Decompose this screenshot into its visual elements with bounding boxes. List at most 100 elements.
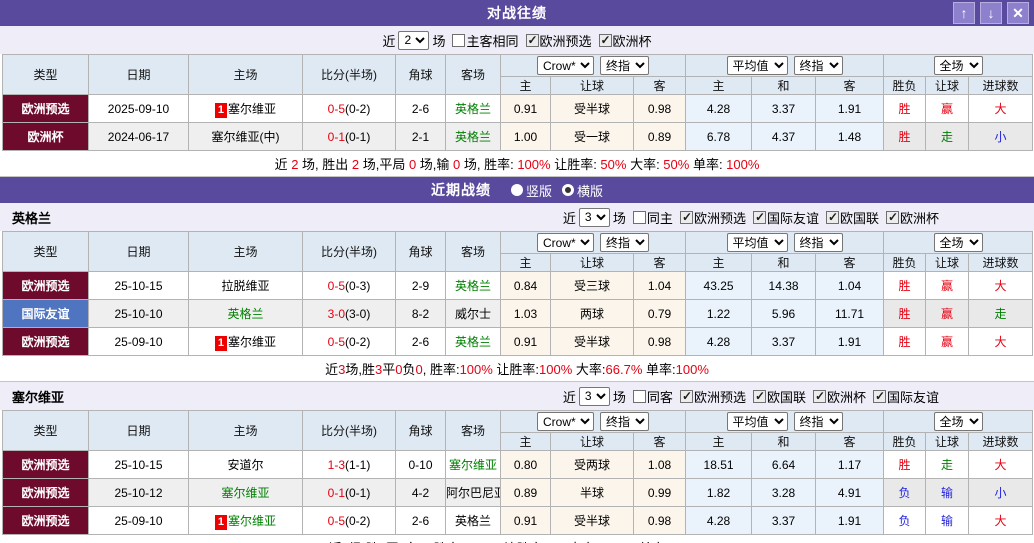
layout-radio-0[interactable] bbox=[510, 184, 523, 196]
team1-filter-label: 欧洲杯 bbox=[826, 389, 866, 405]
team1-filter-checkbox-2[interactable] bbox=[752, 389, 766, 403]
team0-filter-checkbox-1[interactable] bbox=[679, 210, 693, 224]
team1-sub-header: 客 bbox=[632, 432, 687, 451]
h2h-odds-stage-select[interactable]: 终指 bbox=[600, 56, 650, 75]
team0-avg-away-cell: 1.04 bbox=[815, 271, 885, 300]
team1-unit-label: 场 bbox=[612, 389, 626, 405]
h2h-avg-draw-cell: 4.37 bbox=[751, 122, 817, 151]
team1-filter-checkbox-4[interactable] bbox=[872, 389, 886, 403]
team0-summary: 近3场,胜3平0负0, 胜率:100% 让胜率:100% 大率:66.7% 单率… bbox=[0, 356, 1034, 382]
team1-col-header: 类型 bbox=[2, 410, 89, 451]
team1-handicap-cell: 半球 bbox=[550, 478, 634, 507]
team-sections: 英格兰近 3 场同主 欧洲预选 国际友谊 欧国联 欧洲杯 类型 日期 主场 比分(半场) 角球 客场 Cr… bbox=[0, 203, 1034, 543]
team1-avg-away-cell: 1.91 bbox=[815, 506, 885, 535]
h2h-col-header: 角球 bbox=[395, 54, 446, 95]
team1-away-team-cell: 阿尔巴尼亚 bbox=[445, 478, 501, 507]
team0-away-odds-cell: 0.79 bbox=[632, 299, 687, 328]
h2h-summary-segment: 大率: bbox=[626, 157, 664, 172]
team0-filter-option: 同主 bbox=[632, 208, 673, 227]
h2h-average-select[interactable]: 平均值 bbox=[726, 56, 788, 75]
team1-filter-checkbox-1[interactable] bbox=[679, 389, 693, 403]
team0-match-count-select[interactable]: 3 bbox=[578, 207, 610, 227]
team0-handicap-cell: 受半球 bbox=[550, 327, 634, 356]
team0-filter-checkbox-4[interactable] bbox=[885, 210, 899, 224]
team0-summary-segment: 大率: bbox=[572, 362, 606, 377]
team1-filter-checkbox-3[interactable] bbox=[812, 389, 826, 403]
team1-select-group: Crow* 终指 bbox=[499, 410, 687, 433]
team0-select-group: Crow* 终指 bbox=[499, 231, 687, 254]
close-button[interactable]: ✕ bbox=[1007, 2, 1029, 24]
team1-away-odds-cell: 1.08 bbox=[632, 450, 687, 479]
team1-filter-checkbox-0[interactable] bbox=[632, 389, 646, 403]
team1-summary: 近3场,胜1平0负2, 胜率:33.3% 让胜率:0% 大率:66.7% 单率:… bbox=[0, 535, 1034, 543]
halftime-score: (0-2) bbox=[345, 101, 371, 116]
team1-away-team-cell: 塞尔维亚 bbox=[445, 450, 501, 479]
team1-home-team-cell: 塞尔维亚 bbox=[188, 478, 303, 507]
team1-handicap-result-cell: 输 bbox=[925, 506, 970, 535]
team0-win-loss-result-cell: 胜 bbox=[883, 271, 927, 300]
move-up-button[interactable]: ↑ bbox=[953, 2, 975, 24]
team0-avg-away-cell: 11.71 bbox=[815, 299, 885, 328]
team1-scope-select[interactable]: 全场 bbox=[933, 412, 983, 431]
team0-average-select[interactable]: 平均值 bbox=[726, 233, 788, 252]
home-team-name: 塞尔维亚 bbox=[228, 101, 277, 116]
halftime-score: (3-0) bbox=[345, 306, 371, 321]
team1-bookmaker-select[interactable]: Crow* bbox=[537, 412, 595, 431]
team0-handicap-result-cell: 赢 bbox=[925, 327, 970, 356]
team0-corners-cell: 2-6 bbox=[395, 327, 446, 356]
team1-summary-text: 近3场,胜1平0负2, 胜率:33.3% 让胜率:0% 大率:66.7% 单率:… bbox=[329, 538, 706, 543]
h2h-filter-checkbox-2[interactable] bbox=[598, 33, 612, 47]
team1-goals-result-cell: 小 bbox=[968, 478, 1034, 507]
team0-filter-checkbox-3[interactable] bbox=[825, 210, 839, 224]
team0-scope-select[interactable]: 全场 bbox=[933, 233, 983, 252]
halftime-score: (0-2) bbox=[345, 334, 371, 349]
h2h-filter-checkbox-0[interactable] bbox=[452, 33, 466, 47]
team0-avg-stage-select[interactable]: 终指 bbox=[793, 233, 843, 252]
h2h-scope-select[interactable]: 全场 bbox=[933, 56, 983, 75]
layout-radio-1[interactable] bbox=[562, 184, 574, 196]
team0-goals-result-cell: 大 bbox=[968, 327, 1034, 356]
h2h-summary-segment: 100% bbox=[517, 157, 551, 172]
h2h-bookmaker-select[interactable]: Crow* bbox=[537, 56, 595, 75]
team1-average-select[interactable]: 平均值 bbox=[726, 412, 788, 431]
team1-avg-stage-select[interactable]: 终指 bbox=[793, 412, 843, 431]
team0-corners-cell: 2-9 bbox=[395, 271, 446, 300]
h2h-sub-header: 胜负 bbox=[883, 76, 927, 95]
h2h-filter-checkbox-1[interactable] bbox=[525, 33, 539, 47]
team1-match-count-select[interactable]: 3 bbox=[578, 386, 610, 406]
home-team-name: 拉脱维亚 bbox=[221, 279, 270, 293]
fulltime-score: 0-5 bbox=[327, 334, 345, 349]
move-down-button[interactable]: ↓ bbox=[980, 2, 1002, 24]
h2h-select-group: 全场 bbox=[883, 54, 1034, 77]
team1-date-cell: 25-09-10 bbox=[88, 506, 189, 535]
team0-sub-header: 和 bbox=[751, 253, 817, 272]
h2h-avg-stage-select[interactable]: 终指 bbox=[793, 56, 843, 75]
team0-date-cell: 25-09-10 bbox=[88, 327, 189, 356]
fulltime-score: 3-0 bbox=[327, 306, 345, 321]
team1-filter-group: 近 3 场 同客 欧洲预选 欧国联 欧洲杯 国际友谊 bbox=[563, 386, 939, 406]
team0-filter-checkbox-0[interactable] bbox=[632, 210, 646, 224]
h2h-table-section: 类型 日期 主场 比分(半场) 角球 客场 Crow* 终指 平均值 终指 全场主让球客主和客胜负让… bbox=[0, 54, 1034, 151]
home-team-name: 塞尔维亚 bbox=[221, 486, 270, 500]
team1-home-odds-cell: 0.91 bbox=[500, 506, 551, 535]
team0-filter-checkbox-2[interactable] bbox=[752, 210, 766, 224]
h2h-summary-segment: 单率: bbox=[689, 157, 727, 172]
team0-type-cell: 欧洲预选 bbox=[2, 327, 89, 356]
team1-avg-home-cell: 4.28 bbox=[685, 506, 753, 535]
team0-bookmaker-select[interactable]: Crow* bbox=[537, 233, 595, 252]
h2h-sub-header: 和 bbox=[751, 76, 817, 95]
team1-odds-stage-select[interactable]: 终指 bbox=[600, 412, 650, 431]
team1-select-group: 平均值 终指 bbox=[685, 410, 885, 433]
home-rank-badge: 1 bbox=[214, 335, 228, 351]
team1-col-header: 主场 bbox=[188, 410, 303, 451]
team1-col-header: 日期 bbox=[88, 410, 189, 451]
team1-sub-header: 客 bbox=[815, 432, 885, 451]
h2h-match-count-select[interactable]: 2 bbox=[398, 30, 430, 50]
team0-filter-option: 欧国联 bbox=[825, 208, 879, 227]
layout-radio-option: 横版 bbox=[562, 181, 603, 200]
team0-avg-home-cell: 1.22 bbox=[685, 299, 753, 328]
home-rank-badge: 1 bbox=[214, 102, 228, 118]
h2h-sub-header: 主 bbox=[500, 76, 551, 95]
team0-odds-stage-select[interactable]: 终指 bbox=[600, 233, 650, 252]
team0-summary-segment: 近 bbox=[325, 362, 339, 377]
